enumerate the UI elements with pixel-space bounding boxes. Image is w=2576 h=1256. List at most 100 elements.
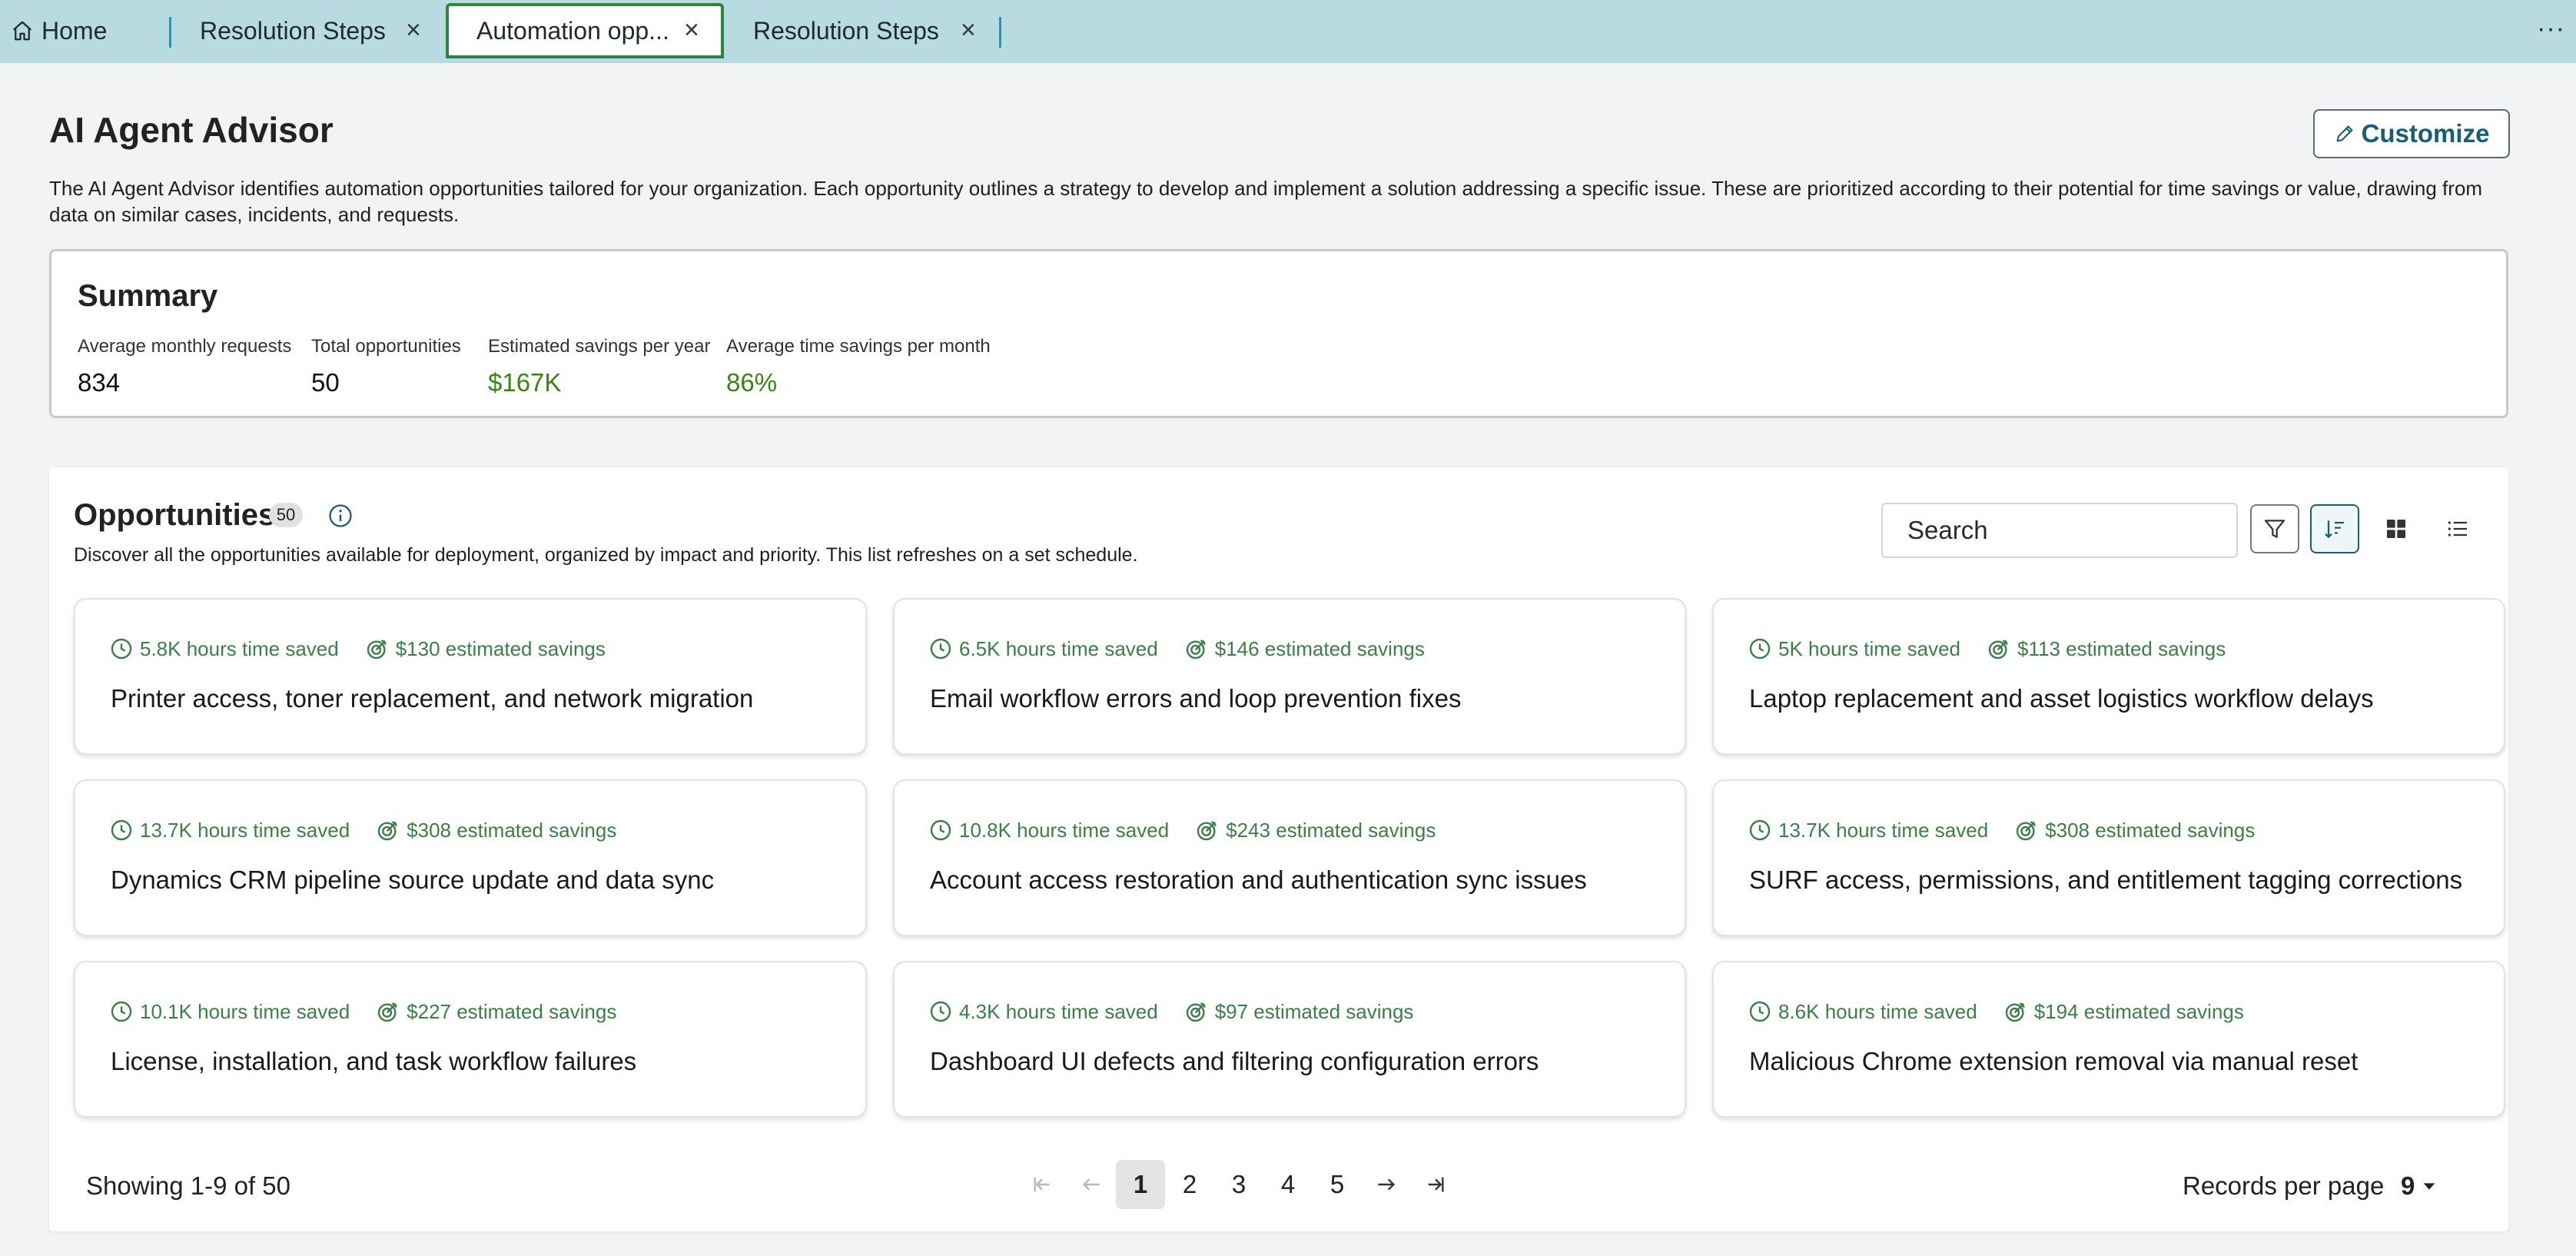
metric-estimated-savings: Estimated savings per year $167K bbox=[488, 336, 710, 397]
filter-icon bbox=[2264, 520, 2286, 538]
tab-bar: Home Resolution Steps × Automation opp..… bbox=[0, 0, 2576, 63]
close-icon[interactable]: × bbox=[684, 17, 699, 43]
hours-saved: 8.6K hours time saved bbox=[1778, 999, 1977, 1023]
estimated-savings: $243 estimated savings bbox=[1195, 818, 1436, 842]
metric-avg-time-savings: Average time savings per month 86% bbox=[726, 336, 991, 397]
target-icon bbox=[1186, 640, 1206, 660]
clock-icon bbox=[111, 638, 132, 660]
card-title: Email workflow errors and loop preventio… bbox=[930, 684, 1462, 713]
card-title: Dashboard UI defects and filtering confi… bbox=[930, 1047, 1539, 1075]
metric-value: $167K bbox=[488, 368, 562, 397]
metric-label: Estimated savings per year bbox=[488, 336, 711, 357]
clock-icon bbox=[111, 1001, 132, 1022]
tab-label: Automation opp... bbox=[476, 16, 669, 45]
savings-text: $113 estimated savings bbox=[2017, 636, 2226, 660]
estimated-savings: $130 estimated savings bbox=[365, 636, 606, 661]
page-button-1[interactable]: 1 bbox=[1116, 1160, 1165, 1209]
clock-icon bbox=[1749, 1001, 1771, 1022]
opportunity-card[interactable]: 6.5K hours time saved $146 estimated savi… bbox=[893, 598, 1686, 755]
metric-value: 834 bbox=[78, 368, 121, 397]
records-per-page-select[interactable]: 9 bbox=[2401, 1171, 2438, 1201]
summary-card: Summary Average monthly requests 834 Tot… bbox=[49, 249, 2508, 418]
tab-home-label: Home bbox=[41, 16, 108, 45]
page-button-4[interactable]: 4 bbox=[1263, 1160, 1313, 1209]
hours-saved: 13.7K hours time saved bbox=[140, 818, 350, 842]
card-title: Account access restoration and authentic… bbox=[930, 866, 1587, 894]
target-icon bbox=[2016, 821, 2036, 841]
next-page-icon bbox=[1378, 1178, 1396, 1191]
close-icon[interactable]: × bbox=[961, 17, 976, 43]
showing-count: Showing 1-9 of 50 bbox=[86, 1171, 291, 1200]
page-intro: The AI Agent Advisor identifies automati… bbox=[49, 177, 2483, 226]
card-metrics: 4.3K hours time saved $97 estimated savin… bbox=[928, 999, 1413, 1024]
close-icon[interactable]: × bbox=[406, 17, 421, 43]
filter-button[interactable] bbox=[2250, 504, 2299, 553]
metric-value: 86% bbox=[726, 368, 778, 397]
sort-button[interactable] bbox=[2310, 504, 2359, 553]
tab-automation-opportunities[interactable]: Automation opp... bbox=[446, 3, 724, 58]
info-icon[interactable] bbox=[327, 503, 354, 529]
clock-icon bbox=[930, 1001, 951, 1022]
page-button-2[interactable]: 2 bbox=[1165, 1160, 1214, 1209]
card-title: Malicious Chrome extension removal via m… bbox=[1749, 1047, 2359, 1075]
opportunity-card[interactable]: 10.1K hours time saved $227 estimated sav… bbox=[74, 961, 867, 1118]
estimated-savings: $308 estimated savings bbox=[2014, 818, 2255, 842]
tab-resolution-steps-2[interactable]: Resolution Steps bbox=[753, 3, 939, 58]
more-icon[interactable]: ··· bbox=[2537, 14, 2565, 44]
hours-saved: 6.5K hours time saved bbox=[959, 636, 1158, 660]
opportunities-description: Discover all the opportunities available… bbox=[74, 544, 1138, 566]
tab-resolution-steps-1[interactable]: Resolution Steps bbox=[200, 3, 386, 58]
tab-label: Resolution Steps bbox=[753, 16, 939, 45]
target-icon bbox=[1988, 640, 2008, 660]
target-icon bbox=[1197, 821, 1217, 841]
card-title: Printer access, toner replacement, and n… bbox=[111, 684, 754, 713]
grid-view-button[interactable] bbox=[2375, 507, 2418, 550]
target-icon bbox=[377, 1002, 397, 1022]
card-metrics: 5.8K hours time saved $130 estimated savi… bbox=[109, 636, 606, 661]
estimated-savings: $308 estimated savings bbox=[376, 818, 616, 842]
savings-text: $146 estimated savings bbox=[1214, 636, 1425, 660]
first-page-button[interactable] bbox=[1017, 1160, 1067, 1209]
estimated-savings: $227 estimated savings bbox=[376, 999, 616, 1024]
card-title: License, installation, and task workflow… bbox=[111, 1047, 637, 1075]
next-page-button[interactable] bbox=[1362, 1160, 1411, 1209]
customize-label: Customize bbox=[2361, 119, 2490, 148]
target-icon bbox=[2005, 1002, 2025, 1022]
customize-button[interactable]: Customize bbox=[2313, 109, 2510, 158]
card-metrics: 8.6K hours time saved $194 estimated savi… bbox=[1748, 999, 2244, 1024]
page-button-5[interactable]: 5 bbox=[1313, 1160, 1362, 1209]
search-input[interactable] bbox=[1907, 516, 2234, 545]
opportunity-card[interactable]: 4.3K hours time saved $97 estimated savin… bbox=[893, 961, 1686, 1118]
savings-text: $243 estimated savings bbox=[1226, 818, 1436, 842]
card-metrics: 10.8K hours time saved $243 estimated sav… bbox=[928, 818, 1436, 842]
pencil-icon bbox=[2336, 125, 2352, 142]
hours-saved: 4.3K hours time saved bbox=[959, 999, 1158, 1023]
opportunity-card[interactable]: 8.6K hours time saved $194 estimated savi… bbox=[1712, 961, 2505, 1118]
tab-divider bbox=[999, 17, 1001, 48]
opportunity-card[interactable]: 13.7K hours time saved $308 estimated sav… bbox=[74, 779, 867, 936]
opportunity-card[interactable]: 13.7K hours time saved $308 estimated sav… bbox=[1712, 779, 2505, 936]
clock-icon bbox=[930, 819, 951, 841]
page-title: AI Agent Advisor bbox=[49, 110, 334, 150]
metric-label: Average time savings per month bbox=[726, 336, 991, 357]
metric-total-opportunities: Total opportunities 50 bbox=[311, 336, 461, 397]
grid-view-icon bbox=[2387, 520, 2405, 538]
last-page-icon bbox=[1428, 1177, 1444, 1192]
tab-label: Resolution Steps bbox=[200, 16, 386, 45]
savings-text: $308 estimated savings bbox=[407, 818, 617, 842]
prev-page-button[interactable] bbox=[1067, 1160, 1116, 1209]
hours-saved: 5.8K hours time saved bbox=[140, 636, 339, 660]
home-icon bbox=[13, 21, 32, 41]
last-page-button[interactable] bbox=[1411, 1160, 1460, 1209]
target-icon bbox=[377, 821, 397, 841]
page-button-3[interactable]: 3 bbox=[1214, 1160, 1263, 1209]
list-view-button[interactable] bbox=[2436, 507, 2479, 550]
card-title: SURF access, permissions, and entitlemen… bbox=[1749, 866, 2463, 894]
metric-label: Average monthly requests bbox=[78, 336, 292, 357]
opportunity-card[interactable]: 10.8K hours time saved $243 estimated sav… bbox=[893, 779, 1686, 936]
opportunity-card[interactable]: 5.8K hours time saved $130 estimated savi… bbox=[74, 598, 867, 755]
opportunity-card[interactable]: 5K hours time saved $113 estimated saving… bbox=[1712, 598, 2505, 755]
clock-icon bbox=[930, 638, 951, 660]
tab-home[interactable]: Home bbox=[11, 3, 107, 58]
card-metrics: 13.7K hours time saved $308 estimated sav… bbox=[109, 818, 616, 842]
